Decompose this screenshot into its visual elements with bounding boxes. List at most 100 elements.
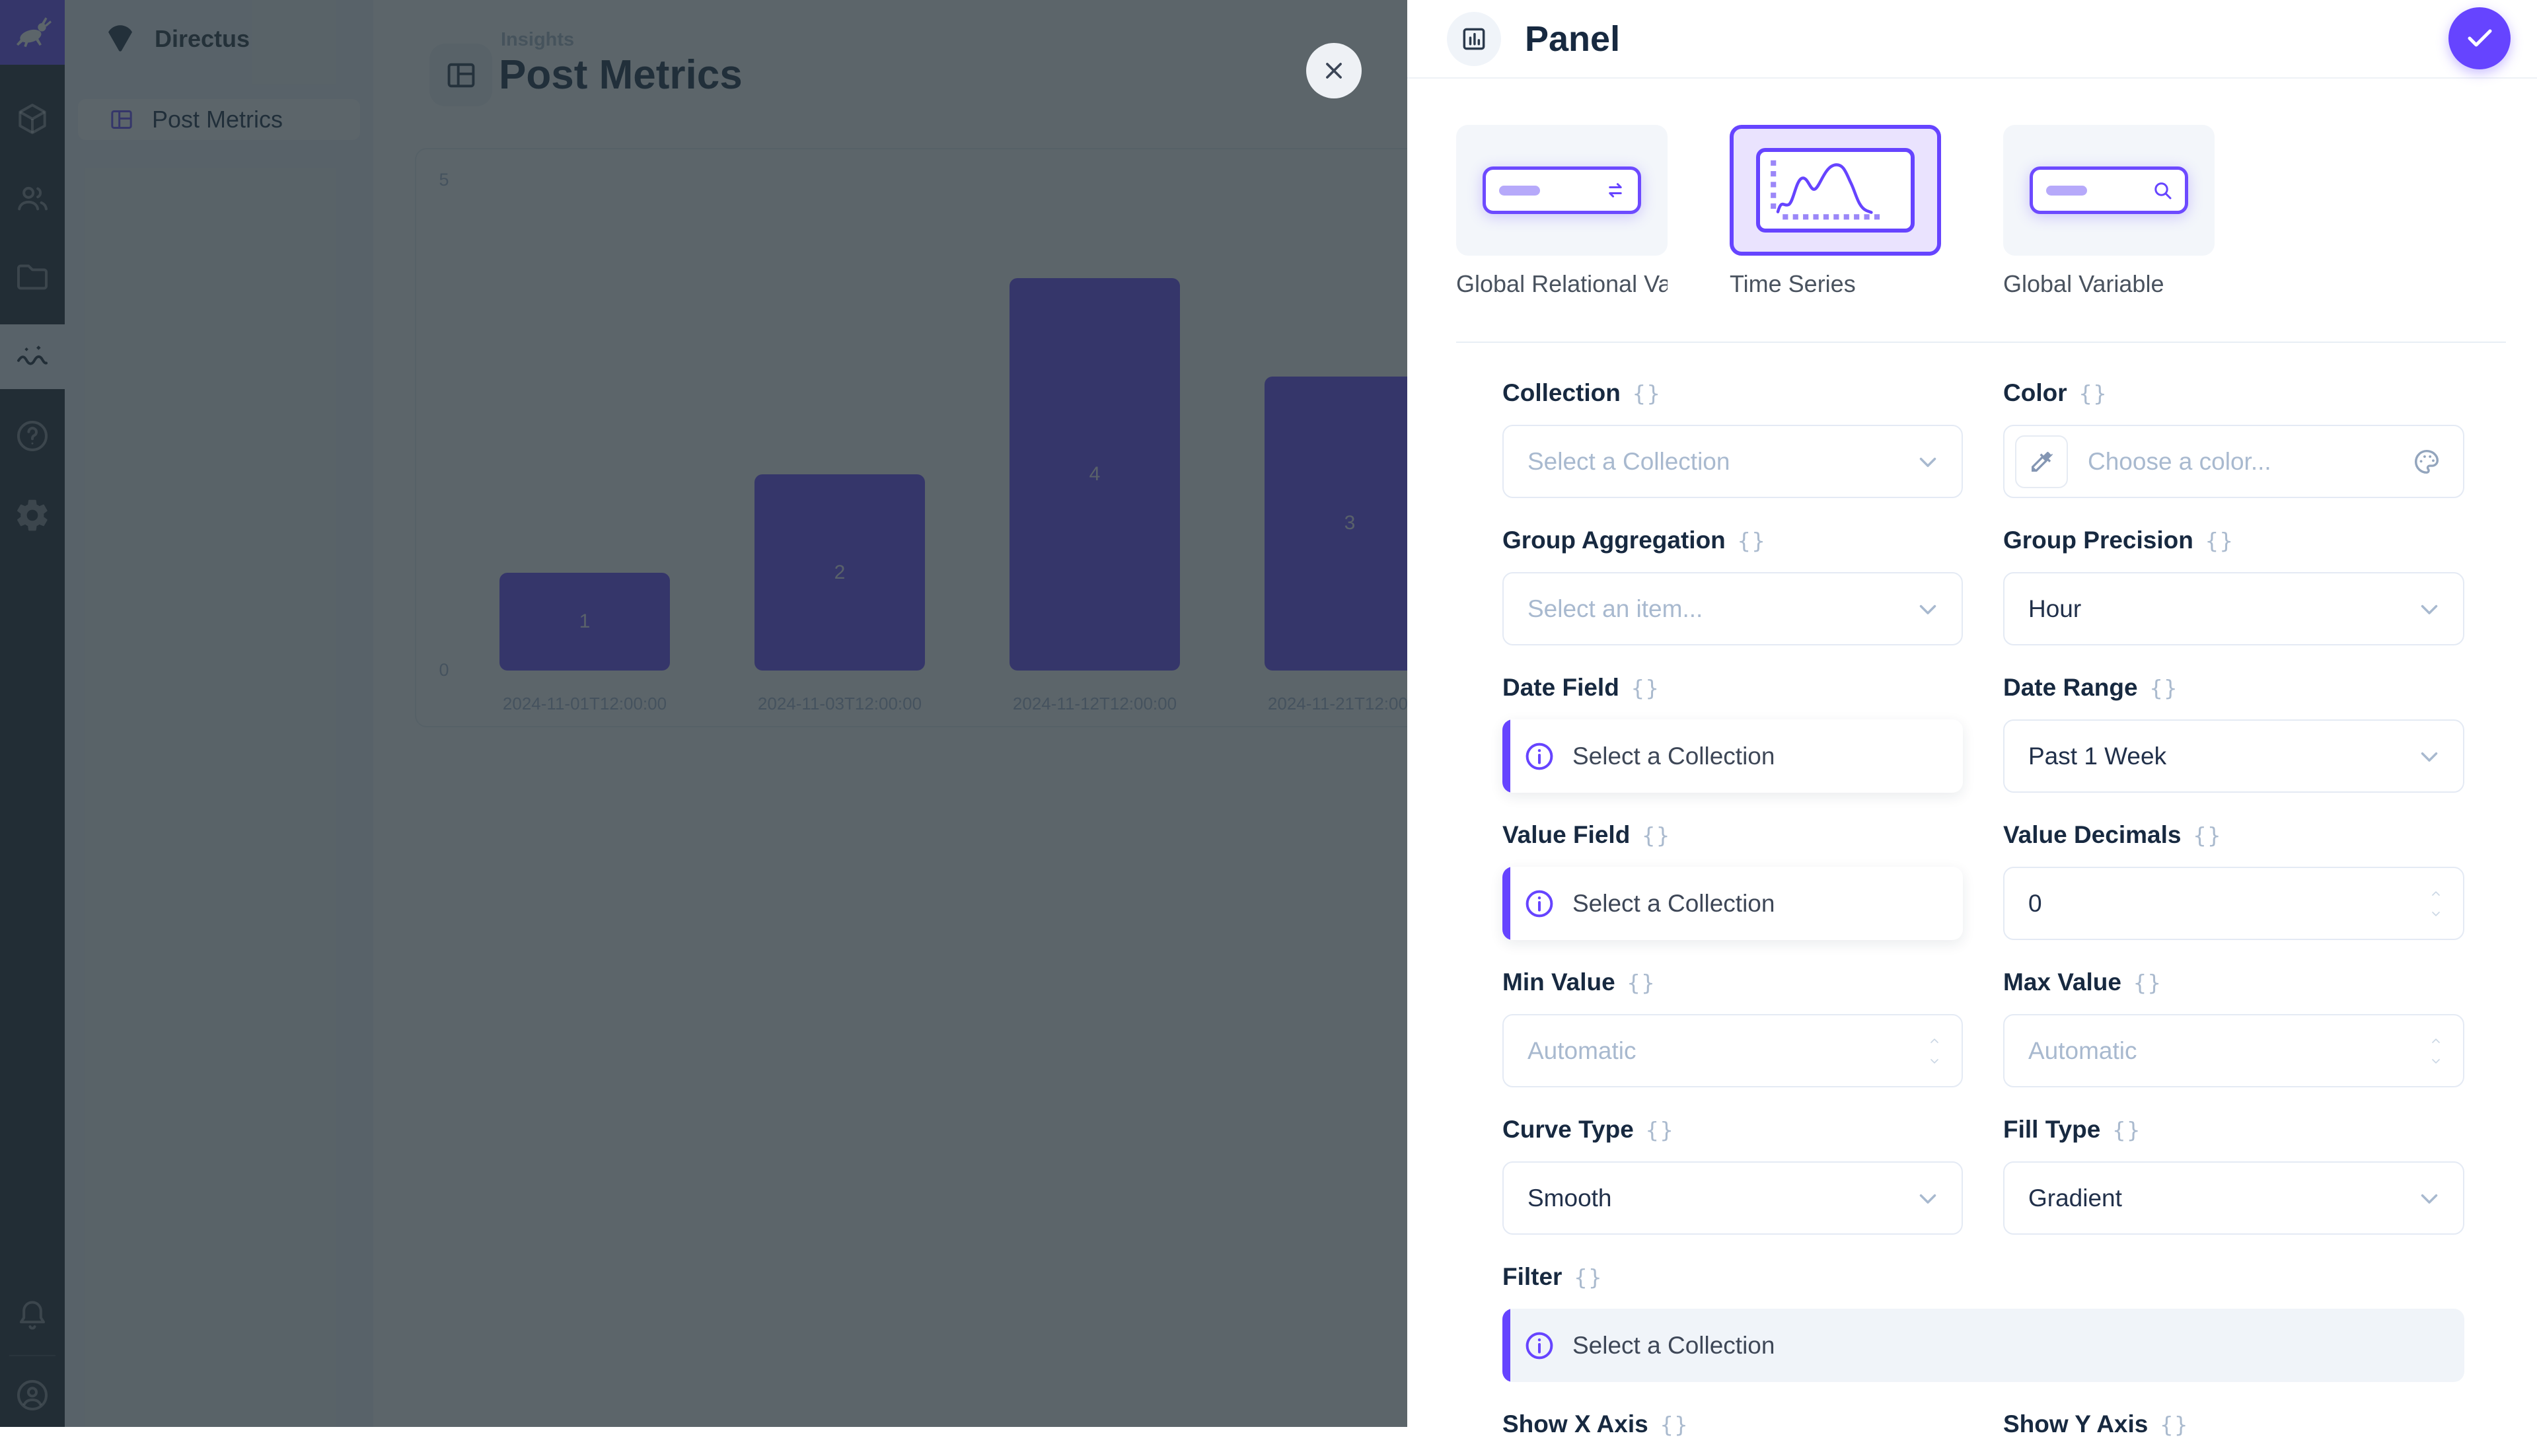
field-label: Value Decimals <box>2003 821 2181 849</box>
value-decimals-input[interactable]: 0 <box>2003 867 2464 940</box>
raw-value-icon[interactable]: {} <box>1646 1117 1675 1143</box>
field-group-precision: Group Precision {} Hour <box>2003 526 2464 645</box>
filter-notice: Select a Collection <box>1502 1309 2464 1382</box>
field-label: Show Y Axis <box>2003 1410 2148 1438</box>
panel-type-global-variable[interactable] <box>2003 125 2215 256</box>
number-steppers[interactable] <box>2426 887 2446 920</box>
chevron-down-icon <box>1914 448 1942 476</box>
group-aggregation-select[interactable]: Select an item... <box>1502 572 1963 645</box>
stepper-up-icon[interactable] <box>2426 887 2446 900</box>
value-field-notice: Select a Collection <box>1502 867 1963 940</box>
chevron-down-icon <box>1914 595 1942 623</box>
raw-value-icon[interactable]: {} <box>2112 1117 2141 1143</box>
panel-icon-circle <box>1447 12 1501 66</box>
group-precision-select[interactable]: Hour <box>2003 572 2464 645</box>
panel-type-time-series[interactable] <box>1730 125 1941 256</box>
raw-value-icon[interactable]: {} <box>2133 970 2162 996</box>
panel-type-label: Time Series <box>1730 270 1941 298</box>
raw-value-icon[interactable]: {} <box>1631 675 1660 701</box>
raw-value-icon[interactable]: {} <box>2160 1412 2189 1438</box>
stepper-down-icon[interactable] <box>1925 1054 1944 1068</box>
insert-chart-icon <box>1459 24 1489 54</box>
panel-drawer: Panel Global Relational Varia... <box>1407 0 2537 1427</box>
field-label: Show X Axis <box>1502 1410 1648 1438</box>
raw-value-icon[interactable]: {} <box>2193 822 2222 848</box>
info-icon <box>1524 888 1555 920</box>
palette-icon[interactable] <box>2411 447 2442 477</box>
field-min-value: Min Value {} Automatic <box>1502 968 1963 1087</box>
eyedropper-button[interactable] <box>2015 435 2068 488</box>
field-label: Color <box>2003 379 2067 407</box>
field-label: Date Field <box>1502 674 1619 702</box>
date-range-select[interactable]: Past 1 Week <box>2003 719 2464 793</box>
eyedropper-icon <box>2028 449 2055 475</box>
info-icon <box>1524 1330 1555 1362</box>
number-steppers[interactable] <box>1925 1035 1944 1068</box>
close-icon <box>1319 56 1348 85</box>
min-value-input[interactable]: Automatic <box>1502 1014 1963 1087</box>
panel-type-label: Global Variable <box>2003 270 2215 298</box>
panel-options-form: Collection {} Select a Collection Color {}… <box>1502 342 2464 1456</box>
stepper-down-icon[interactable] <box>2426 907 2446 920</box>
field-show-y-axis: Show Y Axis {} <box>2003 1410 2464 1456</box>
panel-type-label: Global Relational Varia... <box>1456 270 1668 298</box>
check-icon <box>2464 22 2495 54</box>
time-series-illustration <box>1756 148 1915 233</box>
chevron-down-icon <box>1914 1184 1942 1212</box>
field-max-value: Max Value {} Automatic <box>2003 968 2464 1087</box>
global-variable-illustration <box>2030 166 2188 214</box>
field-label: Max Value <box>2003 968 2121 996</box>
raw-value-icon[interactable]: {} <box>2079 381 2108 406</box>
field-color: Color {} Choose a color... <box>2003 379 2464 498</box>
field-label: Collection <box>1502 379 1621 407</box>
field-curve-type: Curve Type {} Smooth <box>1502 1115 1963 1235</box>
raw-value-icon[interactable]: {} <box>1574 1264 1603 1290</box>
field-value-decimals: Value Decimals {} 0 <box>2003 820 2464 940</box>
raw-value-icon[interactable]: {} <box>2205 528 2234 554</box>
field-label: Date Range <box>2003 674 2138 702</box>
field-date-field: Date Field {} Select a Collection <box>1502 673 1963 793</box>
swap-arrows-icon <box>1603 178 1627 202</box>
field-fill-type: Fill Type {} Gradient <box>2003 1115 2464 1235</box>
chevron-down-icon <box>2415 1184 2443 1212</box>
panel-type-global-relational-variable[interactable] <box>1456 125 1668 256</box>
field-label: Min Value <box>1502 968 1615 996</box>
raw-value-icon[interactable]: {} <box>2150 675 2179 701</box>
relational-variable-illustration <box>1483 166 1641 214</box>
field-label: Value Field <box>1502 821 1630 849</box>
save-button[interactable] <box>2448 7 2511 69</box>
field-filter: Filter {} Select a Collection <box>1502 1262 2464 1382</box>
info-icon <box>1524 741 1555 772</box>
field-label: Fill Type <box>2003 1116 2100 1144</box>
drawer-header: Panel <box>1407 0 2537 79</box>
stepper-up-icon[interactable] <box>2426 1035 2446 1048</box>
fill-type-select[interactable]: Gradient <box>2003 1161 2464 1235</box>
raw-value-icon[interactable]: {} <box>1738 528 1767 554</box>
field-value-field: Value Field {} Select a Collection <box>1502 820 1963 940</box>
drawer-close-button[interactable] <box>1306 43 1362 98</box>
curve-type-select[interactable]: Smooth <box>1502 1161 1963 1235</box>
color-input[interactable]: Choose a color... <box>2003 425 2464 498</box>
field-collection: Collection {} Select a Collection <box>1502 379 1963 498</box>
collection-select[interactable]: Select a Collection <box>1502 425 1963 498</box>
field-label: Curve Type <box>1502 1116 1634 1144</box>
number-steppers[interactable] <box>2426 1035 2446 1068</box>
date-field-notice: Select a Collection <box>1502 719 1963 793</box>
field-date-range: Date Range {} Past 1 Week <box>2003 673 2464 793</box>
chevron-down-icon <box>2415 743 2443 770</box>
field-label: Group Aggregation <box>1502 527 1726 554</box>
stepper-up-icon[interactable] <box>1925 1035 1944 1048</box>
max-value-input[interactable]: Automatic <box>2003 1014 2464 1087</box>
field-label: Group Precision <box>2003 527 2193 554</box>
search-icon <box>2151 178 2174 202</box>
field-show-x-axis: Show X Axis {} <box>1502 1410 1963 1456</box>
raw-value-icon[interactable]: {} <box>1642 822 1671 848</box>
raw-value-icon[interactable]: {} <box>1633 381 1662 406</box>
raw-value-icon[interactable]: {} <box>1627 970 1656 996</box>
panel-type-row: Global Relational Varia... Time Series <box>1456 125 2215 298</box>
field-label: Filter <box>1502 1263 1562 1291</box>
chevron-down-icon <box>2415 595 2443 623</box>
raw-value-icon[interactable]: {} <box>1660 1412 1689 1438</box>
stepper-down-icon[interactable] <box>2426 1054 2446 1068</box>
drawer-title: Panel <box>1525 18 1620 59</box>
